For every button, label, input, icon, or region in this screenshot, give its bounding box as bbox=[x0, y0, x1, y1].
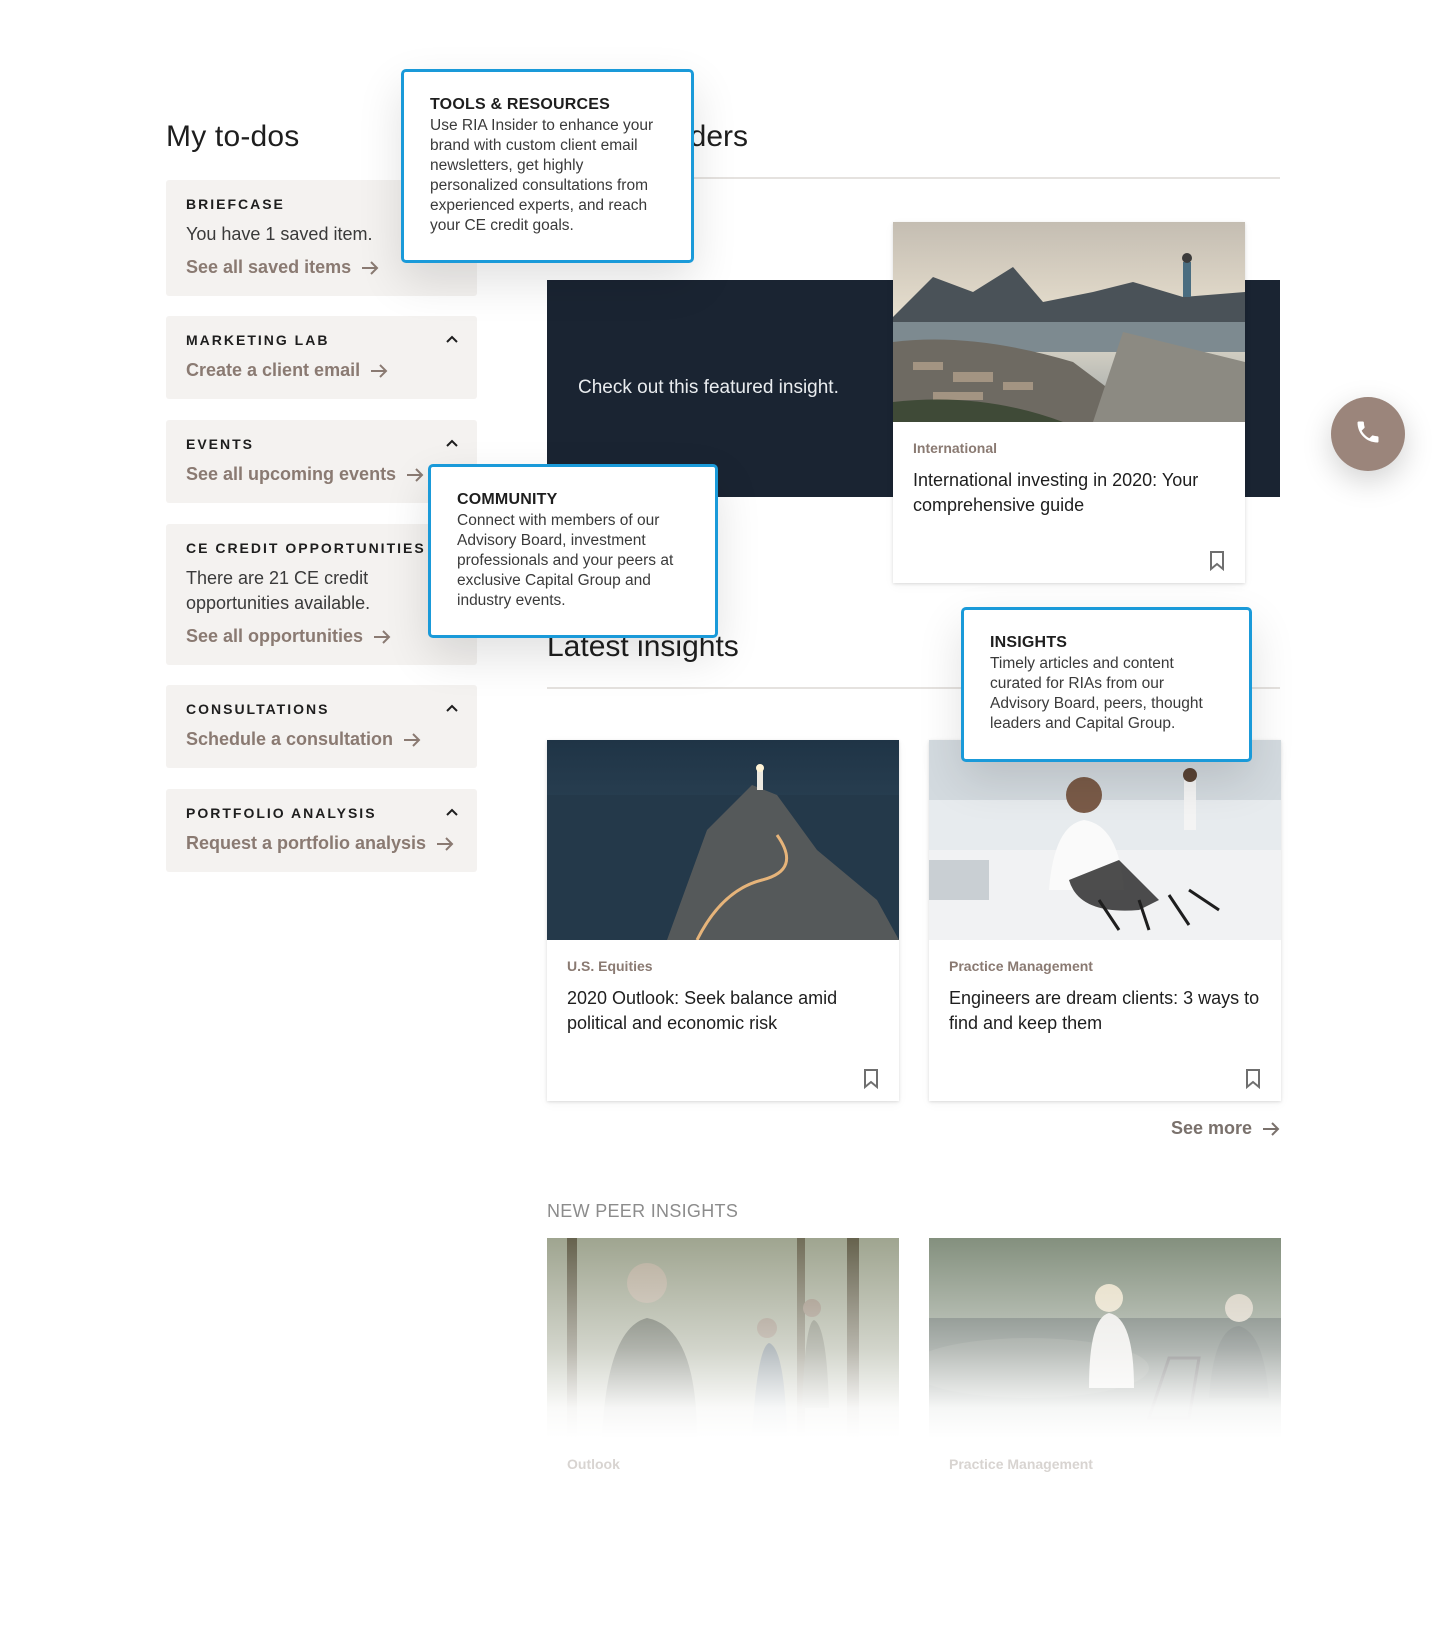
chevron-up-icon[interactable] bbox=[445, 438, 459, 448]
todo-card-consultations: CONSULTATIONS Schedule a consultation bbox=[166, 685, 477, 768]
request-portfolio-analysis-link[interactable]: Request a portfolio analysis bbox=[186, 833, 457, 854]
callout-body: Use RIA Insider to enhance your brand wi… bbox=[430, 117, 654, 234]
phone-icon bbox=[1354, 418, 1382, 451]
featured-article-image bbox=[893, 222, 1245, 422]
arrow-right-icon bbox=[1262, 1121, 1280, 1136]
callout-title: COMMUNITY bbox=[457, 491, 558, 508]
link-label: See all opportunities bbox=[186, 626, 364, 646]
chevron-up-icon[interactable] bbox=[445, 807, 459, 817]
bookmark-icon[interactable] bbox=[1209, 551, 1225, 572]
latest-article-image bbox=[929, 740, 1281, 940]
article-category: U.S. Equities bbox=[567, 958, 653, 974]
article-body: Practice Management Engineers are dream … bbox=[929, 940, 1281, 1036]
see-more-link[interactable]: See more bbox=[1171, 1118, 1280, 1139]
callout-title: INSIGHTS bbox=[990, 634, 1068, 651]
article-title[interactable]: International investing in 2020: Your co… bbox=[913, 468, 1225, 518]
arrow-right-icon bbox=[403, 732, 421, 747]
peer-insight-card[interactable]: Practice Management bbox=[929, 1238, 1281, 1478]
peer-insight-image bbox=[929, 1238, 1281, 1438]
article-category: Practice Management bbox=[949, 958, 1093, 974]
arrow-right-icon bbox=[436, 836, 454, 851]
peer-image-fade bbox=[547, 1238, 899, 1438]
link-label: Create a client email bbox=[186, 360, 361, 380]
see-all-opportunities-link[interactable]: See all opportunities bbox=[186, 626, 457, 647]
peer-image-fade bbox=[929, 1238, 1281, 1438]
see-upcoming-events-link[interactable]: See all upcoming events bbox=[186, 464, 457, 485]
article-body: International International investing in… bbox=[893, 422, 1245, 518]
featured-article-card[interactable]: International International investing in… bbox=[893, 222, 1245, 583]
bookmark-icon[interactable] bbox=[1245, 1069, 1261, 1090]
schedule-consultation-link[interactable]: Schedule a consultation bbox=[186, 729, 457, 750]
featured-band-text: Check out this featured insight. bbox=[578, 377, 839, 398]
todo-text: There are 21 CE credit opportunities ava… bbox=[186, 568, 371, 613]
callout-body: Connect with members of our Advisory Boa… bbox=[457, 512, 674, 609]
article-title[interactable]: 2020 Outlook: Seek balance amid politica… bbox=[567, 986, 879, 1036]
page: My to-dos BRIEFCASE You have 1 saved ite… bbox=[0, 0, 1440, 1629]
chevron-up-icon[interactable] bbox=[445, 703, 459, 713]
chevron-up-icon[interactable] bbox=[445, 334, 459, 344]
todo-eyebrow: CONSULTATIONS bbox=[186, 701, 330, 717]
peer-insight-category: Outlook bbox=[567, 1456, 620, 1472]
todo-eyebrow: EVENTS bbox=[186, 436, 255, 452]
article-category: International bbox=[913, 440, 998, 456]
link-label: Request a portfolio analysis bbox=[186, 833, 427, 853]
peer-insight-card[interactable]: Outlook bbox=[547, 1238, 899, 1478]
todo-eyebrow: CE CREDIT OPPORTUNITIES bbox=[186, 540, 426, 556]
peer-insights-heading: NEW PEER INSIGHTS bbox=[547, 1201, 739, 1221]
link-label: See all upcoming events bbox=[186, 464, 397, 484]
peer-insight-category: Practice Management bbox=[949, 1456, 1093, 1472]
arrow-right-icon bbox=[373, 629, 391, 644]
article-title[interactable]: Engineers are dream clients: 3 ways to f… bbox=[949, 986, 1261, 1036]
arrow-right-icon bbox=[370, 363, 388, 378]
create-client-email-link[interactable]: Create a client email bbox=[186, 360, 457, 381]
article-body: U.S. Equities 2020 Outlook: Seek balance… bbox=[547, 940, 899, 1036]
arrow-right-icon bbox=[406, 467, 424, 482]
link-label: Schedule a consultation bbox=[186, 729, 394, 749]
latest-article-image bbox=[547, 740, 899, 940]
callout-tools-resources: TOOLS & RESOURCES Use RIA Insider to enh… bbox=[401, 69, 694, 263]
callout-community: COMMUNITY Connect with members of our Ad… bbox=[428, 464, 718, 638]
todo-card-portfolio-analysis: PORTFOLIO ANALYSIS Request a portfolio a… bbox=[166, 789, 477, 872]
todo-eyebrow: MARKETING LAB bbox=[186, 332, 330, 348]
peer-insight-image bbox=[547, 1238, 899, 1438]
todos-title: My to-dos bbox=[166, 120, 300, 153]
bookmark-icon[interactable] bbox=[863, 1069, 879, 1090]
link-label: See all saved items bbox=[186, 257, 352, 277]
latest-article-card[interactable]: U.S. Equities 2020 Outlook: Seek balance… bbox=[547, 740, 899, 1101]
callout-title: TOOLS & RESOURCES bbox=[430, 96, 611, 113]
phone-button[interactable] bbox=[1331, 397, 1405, 471]
todo-card-marketing-lab: MARKETING LAB Create a client email bbox=[166, 316, 477, 399]
see-more-label: See more bbox=[1170, 1118, 1252, 1138]
latest-article-card[interactable]: Practice Management Engineers are dream … bbox=[929, 740, 1281, 1101]
callout-body: Timely articles and content curated for … bbox=[990, 655, 1203, 732]
callout-insights: INSIGHTS Timely articles and content cur… bbox=[961, 607, 1252, 762]
todo-eyebrow: PORTFOLIO ANALYSIS bbox=[186, 805, 377, 821]
arrow-right-icon bbox=[361, 260, 379, 275]
